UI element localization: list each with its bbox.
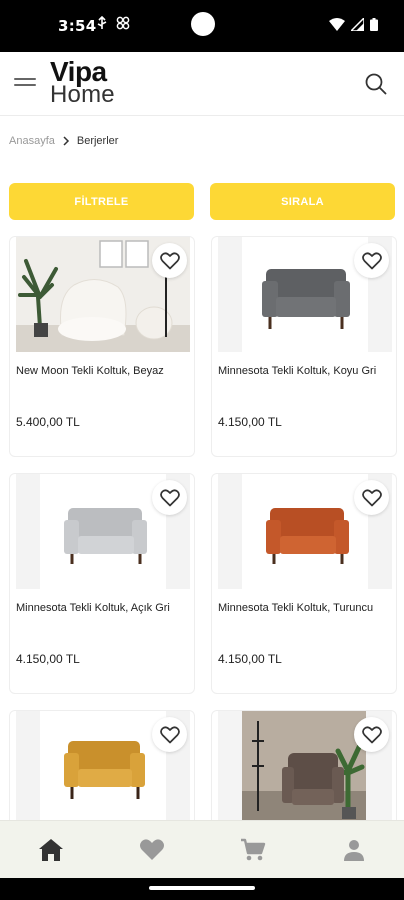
- favorite-button[interactable]: [354, 243, 389, 278]
- user-icon: [343, 839, 364, 861]
- product-name: New Moon Tekli Koltuk, Beyaz: [16, 365, 164, 377]
- sort-button[interactable]: SIRALA: [210, 183, 395, 220]
- signal-icon: [351, 18, 364, 31]
- logo[interactable]: Vipa Home: [50, 58, 115, 107]
- filter-sort-bar: FİLTRELE SIRALA: [9, 183, 395, 220]
- product-card[interactable]: Minnesota Tekli Koltuk, Koyu Gri 4.150,0…: [211, 236, 397, 457]
- product-card[interactable]: Minnesota Tekli Koltuk, Açık Gri 4.150,0…: [9, 473, 195, 694]
- breadcrumb-home-link[interactable]: Anasayfa: [9, 135, 55, 147]
- logo-bottom-text: Home: [50, 81, 115, 108]
- breadcrumb: Anasayfa Berjerler: [9, 135, 118, 147]
- heart-outline-icon: [361, 251, 382, 269]
- product-name: Minnesota Tekli Koltuk, Turuncu: [218, 602, 374, 614]
- menu-icon-line: [14, 84, 36, 86]
- product-price: 4.150,00 TL: [16, 652, 80, 666]
- product-price: 4.150,00 TL: [218, 415, 282, 429]
- favorite-button[interactable]: [354, 480, 389, 515]
- menu-button[interactable]: [14, 74, 38, 94]
- app-header: Vipa Home: [0, 52, 404, 116]
- favorite-button[interactable]: [152, 480, 187, 515]
- heart-icon: [139, 839, 164, 860]
- status-time: 3:54: [58, 17, 97, 35]
- camera-cutout: [191, 12, 215, 36]
- cart-icon: [240, 838, 265, 860]
- battery-icon: [370, 18, 378, 31]
- wifi-icon: [329, 18, 345, 31]
- search-icon: [365, 73, 387, 95]
- home-icon: [38, 838, 63, 861]
- product-grid: New Moon Tekli Koltuk, Beyaz 5.400,00 TL…: [9, 236, 397, 878]
- nav-profile[interactable]: [334, 830, 374, 870]
- usb-icon: [97, 16, 107, 29]
- heart-outline-icon: [159, 725, 180, 743]
- nav-favorites[interactable]: [132, 830, 172, 870]
- status-notification-icons: [96, 16, 130, 30]
- heart-outline-icon: [361, 725, 382, 743]
- app-screen: Vipa Home Anasayfa Berjerler FİLTRELE SI…: [0, 52, 404, 878]
- filter-button[interactable]: FİLTRELE: [9, 183, 194, 220]
- status-system-icons: [329, 18, 378, 31]
- favorite-button[interactable]: [152, 717, 187, 752]
- product-price: 5.400,00 TL: [16, 415, 80, 429]
- menu-icon: [14, 78, 36, 80]
- chevron-right-icon: [63, 136, 69, 146]
- app-notification-icon: [116, 16, 130, 30]
- gesture-home-indicator[interactable]: [149, 886, 255, 890]
- bottom-navigation: [0, 820, 404, 878]
- favorite-button[interactable]: [152, 243, 187, 278]
- product-name: Minnesota Tekli Koltuk, Açık Gri: [16, 602, 170, 614]
- product-name: Minnesota Tekli Koltuk, Koyu Gri: [218, 365, 377, 377]
- heart-outline-icon: [159, 488, 180, 506]
- search-button[interactable]: [364, 72, 388, 96]
- nav-home[interactable]: [31, 830, 71, 870]
- product-price: 4.150,00 TL: [218, 652, 282, 666]
- favorite-button[interactable]: [354, 717, 389, 752]
- status-bar: 3:54: [0, 0, 404, 52]
- heart-outline-icon: [159, 251, 180, 269]
- heart-outline-icon: [361, 488, 382, 506]
- product-card[interactable]: Minnesota Tekli Koltuk, Turuncu 4.150,00…: [211, 473, 397, 694]
- breadcrumb-current: Berjerler: [76, 135, 119, 147]
- product-card[interactable]: New Moon Tekli Koltuk, Beyaz 5.400,00 TL: [9, 236, 195, 457]
- nav-cart[interactable]: [233, 830, 273, 870]
